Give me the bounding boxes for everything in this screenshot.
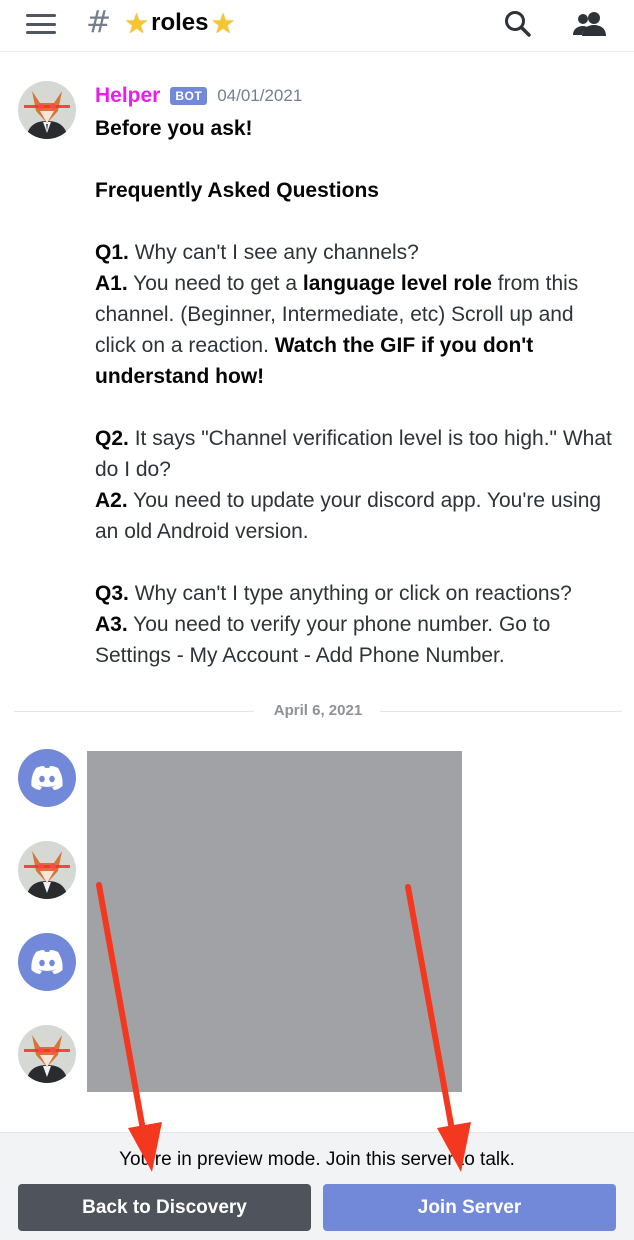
a1-label: A1. (95, 272, 128, 295)
date-divider-label: April 6, 2021 (273, 702, 363, 719)
a3-text: You need to verify your phone number. Go… (95, 613, 551, 667)
star-emoji-icon: ★ (210, 6, 236, 40)
author-name[interactable]: Helper (95, 84, 160, 108)
q3-label: Q3. (95, 582, 129, 605)
join-server-button[interactable]: Join Server (323, 1184, 616, 1231)
message-timestamp: 04/01/2021 (217, 86, 303, 105)
redacted-content-block (87, 751, 462, 1092)
q1-text: Why can't I see any channels? (128, 241, 419, 264)
discord-avatar[interactable] (18, 749, 76, 807)
q3-text: Why can't I type anything or click on re… (128, 582, 572, 605)
q2-label: Q2. (95, 427, 129, 450)
faq-question-3: Q3. Why can't I type anything or click o… (95, 578, 615, 609)
message-content: Before you ask! Frequently Asked Questio… (95, 113, 615, 671)
faq-title: Frequently Asked Questions (95, 179, 379, 202)
faq-question-1: Q1. Why can't I see any channels? (95, 237, 615, 268)
message-header: Helper BOT 04/01/2021 (95, 84, 302, 108)
search-icon[interactable] (502, 8, 534, 40)
date-divider: April 6, 2021 (14, 700, 622, 722)
preview-mode-text: You're in preview mode. Join this server… (119, 1149, 515, 1170)
q1-label: Q1. (95, 241, 129, 264)
faq-answer-1: A1. You need to get a language level rol… (95, 268, 615, 392)
faq-answer-2: A2. You need to update your discord app.… (95, 485, 615, 547)
a1-bold: language level role (302, 272, 492, 295)
channel-header: # ★ roles ★ (0, 0, 634, 52)
channel-hash-icon: # (86, 5, 112, 40)
star-emoji-icon: ★ (124, 6, 150, 40)
back-to-discovery-button[interactable]: Back to Discovery (18, 1184, 311, 1231)
a2-text: You need to update your discord app. You… (95, 489, 602, 543)
a3-label: A3. (95, 613, 128, 636)
a1-text: You need to get a (127, 272, 303, 295)
channel-name: roles (151, 9, 209, 36)
hamburger-menu-icon[interactable] (24, 10, 58, 38)
channel-title: ★ roles ★ (124, 6, 236, 40)
faq-answer-3: A3. You need to verify your phone number… (95, 609, 615, 671)
faq-question-2: Q2. It says "Channel verification level … (95, 423, 615, 485)
message-heading: Before you ask! (95, 117, 253, 140)
q2-text: It says "Channel verification level is t… (95, 427, 612, 481)
helper-avatar[interactable] (18, 841, 76, 899)
discord-avatar[interactable] (18, 933, 76, 991)
helper-avatar[interactable] (18, 81, 76, 139)
helper-avatar[interactable] (18, 1025, 76, 1083)
bot-badge: BOT (170, 87, 208, 105)
a2-label: A2. (95, 489, 128, 512)
preview-mode-panel: You're in preview mode. Join this server… (0, 1132, 634, 1240)
members-icon[interactable] (570, 8, 610, 40)
